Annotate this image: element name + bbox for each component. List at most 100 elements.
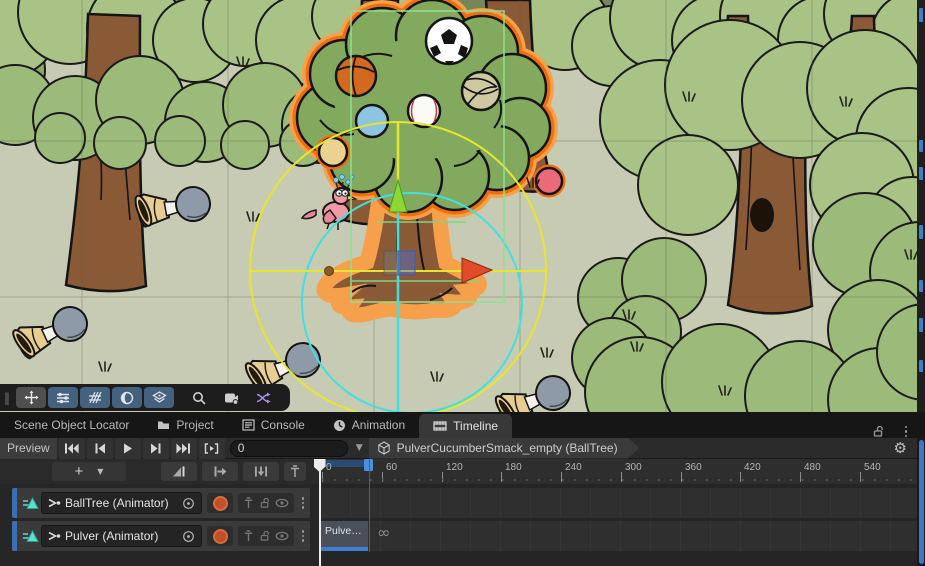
mix-mode-button[interactable] bbox=[161, 462, 197, 481]
track-header-panel: BallTree (Animator) bbox=[0, 484, 320, 566]
pin-all-button[interactable] bbox=[284, 462, 306, 481]
blue-ball-sprite[interactable] bbox=[356, 105, 388, 137]
sphere-tool-button[interactable] bbox=[112, 387, 142, 408]
ruler-tick: 360 bbox=[685, 462, 702, 473]
move-icon bbox=[24, 390, 39, 405]
ruler-tick: 60 bbox=[386, 462, 397, 473]
toolbar-drag-handle[interactable]: ‖ bbox=[4, 391, 11, 405]
animation-clip[interactable]: Pulve… bbox=[321, 521, 368, 551]
animator-object-field[interactable]: Pulver (Animator) bbox=[41, 525, 202, 547]
add-label: + bbox=[75, 463, 84, 480]
editor-window: ‖ bbox=[0, 0, 925, 566]
track-lane[interactable]: Pulve… ∞ bbox=[320, 521, 917, 551]
soccer-ball-sprite[interactable] bbox=[426, 18, 472, 64]
track-toolbar: + ▼ bbox=[0, 459, 320, 484]
pink-ball-sprite[interactable] bbox=[536, 168, 562, 194]
animation-track-icon bbox=[22, 528, 39, 544]
timeline-end-marker-line bbox=[369, 459, 370, 552]
ruler-tick: 420 bbox=[744, 462, 761, 473]
eye-icon[interactable] bbox=[275, 497, 289, 509]
lock-icon[interactable] bbox=[259, 497, 271, 509]
breadcrumb[interactable]: PulverCucumberSmack_empty (BallTree) bbox=[369, 438, 640, 459]
record-button[interactable] bbox=[207, 526, 233, 546]
ruler-tick: 120 bbox=[446, 462, 463, 473]
panel-menu-icon[interactable] bbox=[899, 426, 913, 438]
preview-label: Preview bbox=[7, 441, 50, 455]
ruler-tick: 0 bbox=[326, 462, 332, 473]
record-button[interactable] bbox=[207, 493, 233, 513]
preview-toggle-button[interactable]: Preview bbox=[0, 438, 57, 459]
hatch-icon bbox=[88, 391, 102, 405]
object-picker-icon[interactable] bbox=[182, 497, 195, 510]
pin-icon bbox=[289, 465, 301, 478]
hatch-fill-tool-button[interactable] bbox=[80, 387, 110, 408]
bar-arrow-right-icon bbox=[213, 465, 227, 478]
track-color-stripe bbox=[12, 488, 17, 518]
record-dot bbox=[213, 496, 228, 511]
track-color-stripe bbox=[12, 521, 17, 551]
scrollbar-thumb[interactable] bbox=[919, 440, 924, 564]
settings-gear-icon[interactable]: ⚙ bbox=[894, 441, 907, 456]
layers-icon bbox=[152, 390, 167, 405]
play-range-button[interactable] bbox=[199, 438, 225, 459]
scene-view[interactable] bbox=[0, 0, 925, 412]
ruler-tick: 240 bbox=[565, 462, 582, 473]
shuffle-icon bbox=[256, 391, 271, 405]
previous-frame-button[interactable] bbox=[87, 438, 113, 459]
play-button[interactable] bbox=[115, 438, 141, 459]
tab-console[interactable]: Console bbox=[228, 412, 319, 438]
sliders-tool-button[interactable] bbox=[48, 387, 78, 408]
tab-scene-object-locator[interactable]: Scene Object Locator bbox=[0, 412, 143, 438]
scene-right-scrollbar[interactable] bbox=[917, 0, 925, 412]
add-track-button[interactable]: + ▼ bbox=[52, 462, 126, 481]
pin-icon[interactable] bbox=[243, 530, 254, 542]
timeline-ruler[interactable]: 0 60 120 180 240 300 360 420 480 540 bbox=[320, 459, 917, 484]
go-to-end-button[interactable] bbox=[171, 438, 197, 459]
track-lane[interactable] bbox=[320, 488, 917, 518]
volleyball-sprite[interactable] bbox=[462, 72, 500, 110]
add-caret-icon: ▼ bbox=[97, 467, 103, 476]
tab-project[interactable]: Project bbox=[143, 412, 227, 438]
vertical-scrollbar[interactable] bbox=[917, 438, 925, 566]
track-row[interactable]: BallTree (Animator) bbox=[12, 488, 310, 518]
pin-icon[interactable] bbox=[243, 497, 254, 509]
film-icon bbox=[433, 420, 447, 432]
shuffle-tool-button[interactable] bbox=[248, 387, 278, 408]
search-tool-button[interactable] bbox=[184, 387, 214, 408]
move-tool-button[interactable] bbox=[16, 387, 46, 408]
console-icon bbox=[242, 419, 255, 431]
go-to-start-button[interactable] bbox=[59, 438, 85, 459]
track-menu-icon[interactable] bbox=[296, 530, 310, 542]
layers-tool-button[interactable] bbox=[144, 387, 174, 408]
sphere-icon bbox=[120, 391, 134, 405]
edit-mode-replace-button[interactable] bbox=[243, 462, 279, 481]
eye-icon[interactable] bbox=[275, 530, 289, 542]
search-icon bbox=[192, 391, 206, 405]
frame-dropdown-caret[interactable]: ▼ bbox=[356, 443, 363, 453]
prefab-cube-icon bbox=[377, 441, 391, 455]
animator-bird-icon bbox=[48, 497, 61, 509]
basketball-sprite[interactable] bbox=[336, 56, 376, 96]
lock-icon[interactable] bbox=[259, 530, 271, 542]
tab-label: Project bbox=[176, 418, 213, 432]
panel-tab-bar: Scene Object Locator Project Console Ani… bbox=[0, 412, 925, 438]
edit-mode-insert-button[interactable] bbox=[202, 462, 238, 481]
tab-timeline[interactable]: Timeline bbox=[419, 414, 512, 438]
track-name: Pulver (Animator) bbox=[65, 529, 178, 543]
camera-tool-button[interactable] bbox=[216, 387, 246, 408]
animator-object-field[interactable]: BallTree (Animator) bbox=[41, 492, 202, 514]
track-row[interactable]: Pulver (Animator) bbox=[12, 521, 310, 551]
scene-toolbar: ‖ bbox=[0, 384, 290, 411]
object-picker-icon[interactable] bbox=[182, 530, 195, 543]
timeline-lanes[interactable]: Pulve… ∞ bbox=[320, 484, 917, 566]
pivot-dot bbox=[325, 267, 334, 276]
prev-frame-icon bbox=[94, 443, 106, 454]
frame-input[interactable] bbox=[230, 440, 348, 457]
unlock-icon[interactable] bbox=[872, 425, 885, 438]
track-menu-icon[interactable] bbox=[296, 497, 310, 509]
next-frame-button[interactable] bbox=[143, 438, 169, 459]
tab-label: Scene Object Locator bbox=[14, 418, 129, 432]
ruler-tick: 540 bbox=[864, 462, 881, 473]
animator-bird-icon bbox=[48, 530, 61, 542]
tab-animation[interactable]: Animation bbox=[319, 412, 419, 438]
